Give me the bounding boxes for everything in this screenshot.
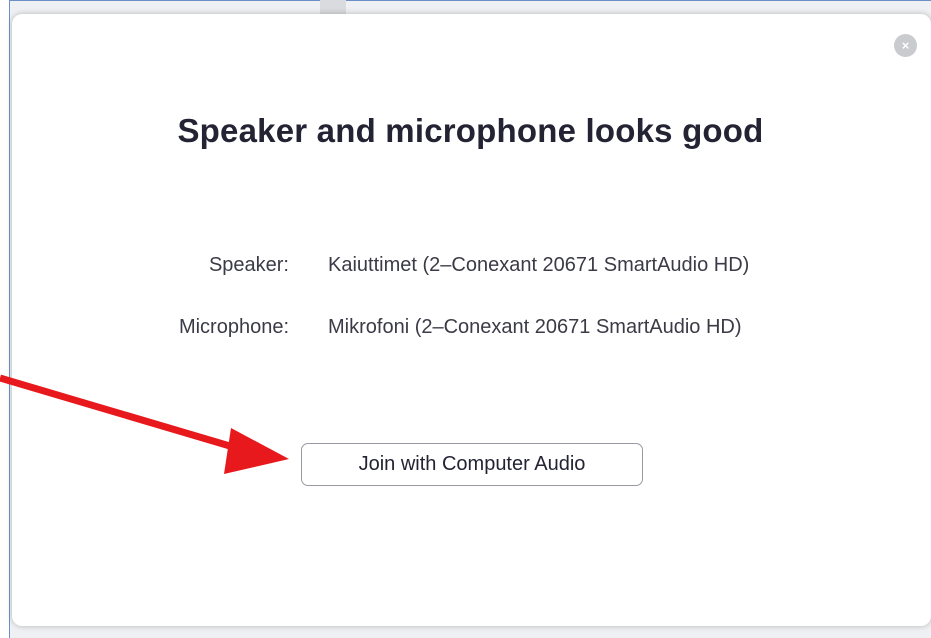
speaker-label-row: Speaker: (0, 254, 289, 280)
microphone-label: Microphone: (178, 316, 289, 338)
speaker-device-value: Kaiuttimet (2–Conexant 20671 SmartAudio … (328, 254, 750, 276)
screenshot-frame: × Speaker and microphone looks good Spea… (0, 0, 931, 638)
join-with-computer-audio-button[interactable]: Join with Computer Audio (301, 443, 643, 486)
dialog-title: Speaker and microphone looks good (177, 112, 764, 149)
close-icon[interactable]: × (894, 34, 917, 57)
speaker-label: Speaker: (208, 254, 289, 276)
microphone-device-value: Mikrofoni (2–Conexant 20671 SmartAudio H… (328, 316, 742, 338)
microphone-label-row: Microphone: (0, 316, 289, 342)
background-scrollbar (320, 0, 346, 14)
